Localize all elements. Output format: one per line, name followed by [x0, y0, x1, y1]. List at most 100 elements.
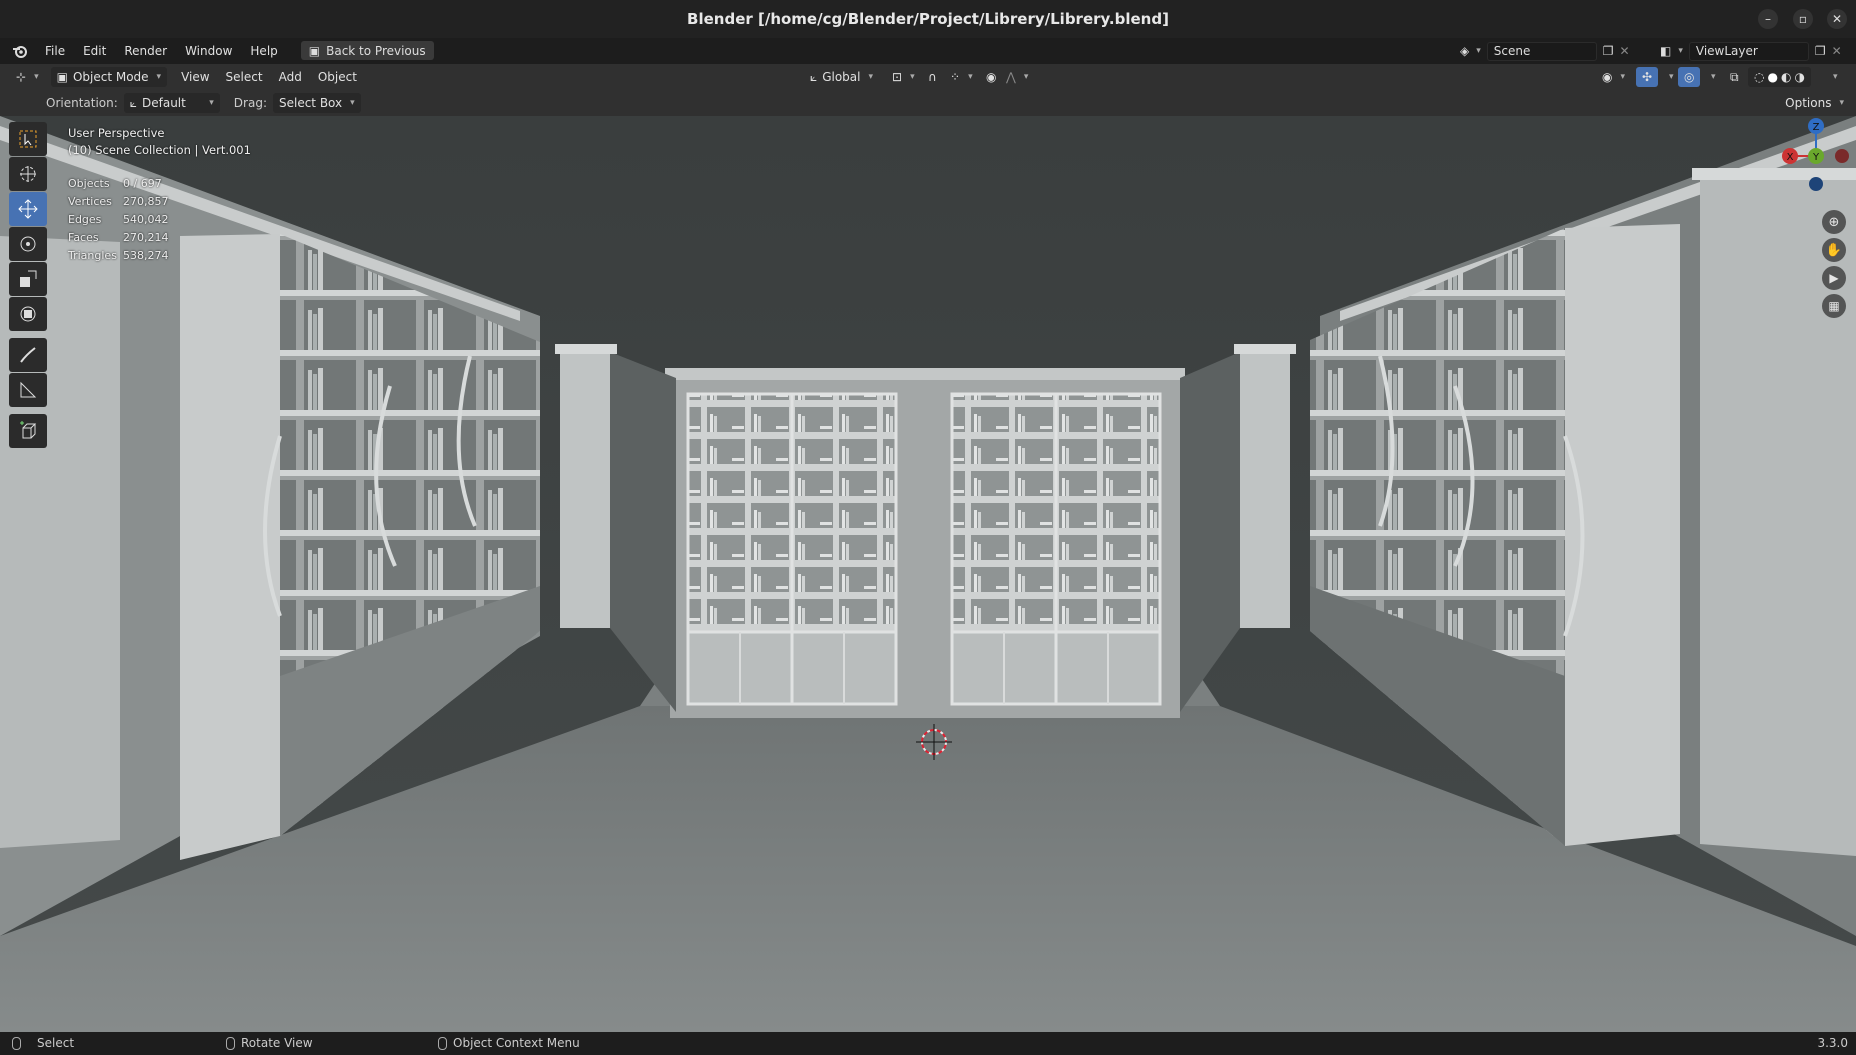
- middle-mouse-icon: [226, 1036, 235, 1050]
- menu-help[interactable]: Help: [241, 38, 286, 63]
- left-mouse-icon: [12, 1036, 21, 1050]
- library-scene-render: [0, 116, 1856, 1032]
- select-box-icon: [19, 130, 37, 148]
- view-layer-icon: ◧: [1660, 44, 1672, 58]
- 3d-view-icon: ⊹: [16, 70, 27, 84]
- orientation-dropdown[interactable]: ⟀ Default ▾: [123, 93, 220, 113]
- proportional-icon: ◉: [986, 70, 997, 84]
- status-context-label: Object Context Menu: [453, 1036, 580, 1050]
- pivot-icon: ⊡: [892, 70, 903, 84]
- shading-dropdown-button[interactable]: ▾: [1824, 67, 1844, 87]
- gizmo-neg-x-axis[interactable]: [1835, 149, 1849, 163]
- ruler-icon: [20, 381, 37, 398]
- cursor-tool[interactable]: [9, 157, 47, 191]
- material-shading-icon[interactable]: ◐: [1781, 70, 1791, 84]
- zoom-icon: ⊕: [1828, 214, 1840, 230]
- back-to-previous-label: Back to Previous: [326, 43, 426, 58]
- window-title: Blender [/home/cg/Blender/Project/Librer…: [687, 10, 1169, 28]
- drag-value: Select Box: [278, 96, 343, 110]
- rotate-tool[interactable]: [9, 227, 47, 261]
- header-menu-object[interactable]: Object: [312, 67, 363, 87]
- orthographic-toggle-button[interactable]: ▦: [1822, 294, 1846, 318]
- mode-selector[interactable]: ▣ Object Mode ▾: [50, 67, 168, 87]
- navigation-gizmo[interactable]: Z Y X: [1776, 116, 1856, 206]
- title-bar: Blender [/home/cg/Blender/Project/Librer…: [0, 0, 1856, 38]
- menu-file[interactable]: File: [36, 38, 74, 63]
- header-menu-view[interactable]: View: [175, 67, 215, 87]
- menu-window[interactable]: Window: [176, 38, 241, 63]
- add-cube-tool[interactable]: [9, 414, 47, 448]
- object-mode-icon: ▣: [56, 70, 68, 84]
- status-select-hint: Select: [12, 1036, 74, 1050]
- annotate-pencil-icon: [20, 347, 36, 363]
- orientation-label: Orientation:: [46, 96, 118, 110]
- transform-orientation-selector[interactable]: ⟀ Global ▾: [804, 67, 879, 87]
- menu-render[interactable]: Render: [115, 38, 176, 63]
- annotate-tool[interactable]: [9, 338, 47, 372]
- move-icon: [18, 199, 38, 219]
- transform-tool[interactable]: [9, 297, 47, 331]
- zoom-view-button[interactable]: ⊕: [1822, 210, 1846, 234]
- scale-tool[interactable]: [9, 262, 47, 296]
- gizmo-z-label: Z: [1813, 122, 1820, 133]
- blender-window: Blender [/home/cg/Blender/Project/Librer…: [0, 0, 1856, 1055]
- snap-target-button[interactable]: ⁘ ▾: [944, 67, 979, 87]
- pivot-point-button[interactable]: ⊡ ▾: [886, 67, 921, 87]
- blender-logo-icon[interactable]: [0, 38, 36, 63]
- wireframe-shading-icon[interactable]: ◌: [1754, 70, 1764, 84]
- overlay-toggle-button[interactable]: ◎: [1678, 67, 1701, 87]
- magnet-icon: ∩: [928, 70, 937, 84]
- stat-objects-label: Objects: [68, 176, 110, 190]
- options-dropdown[interactable]: Options ▾: [1779, 93, 1850, 113]
- snap-toggle-button[interactable]: ∩: [922, 67, 943, 87]
- rendered-shading-icon[interactable]: ◑: [1794, 70, 1804, 84]
- stat-triangles-label: Triangles: [68, 248, 117, 262]
- status-context-hint: Object Context Menu: [438, 1036, 580, 1050]
- collection-label: (10) Scene Collection | Vert.001: [68, 143, 251, 157]
- select-box-tool[interactable]: [9, 122, 47, 156]
- falloff-button[interactable]: ⋀ ▾: [1000, 67, 1034, 87]
- header-menu-add[interactable]: Add: [273, 67, 308, 87]
- measure-tool[interactable]: [9, 373, 47, 407]
- scene-name-field[interactable]: Scene: [1486, 41, 1597, 61]
- stat-edges-label: Edges: [68, 212, 102, 226]
- view-layer-selector[interactable]: ◧ ▾ ViewLayer ❐ ✕: [1660, 41, 1842, 61]
- grid-icon: ▦: [1828, 299, 1840, 313]
- move-tool[interactable]: [9, 192, 47, 226]
- menu-edit[interactable]: Edit: [74, 38, 115, 63]
- back-to-previous-button[interactable]: ▣ Back to Previous: [300, 41, 434, 60]
- solid-shading-icon[interactable]: ●: [1767, 70, 1777, 84]
- status-bar: Select Rotate View Object Context Menu 3…: [0, 1032, 1856, 1055]
- orientation-gizmo-icon: ⟀: [129, 95, 137, 110]
- transform-orientation-label: Global: [822, 70, 861, 84]
- eye-icon: ◉: [1602, 70, 1613, 84]
- gizmo-toggle-button[interactable]: ✣: [1636, 67, 1659, 87]
- screen-icon: ▣: [308, 43, 321, 58]
- xray-toggle-button[interactable]: ⧉: [1724, 67, 1745, 87]
- scale-icon: [20, 270, 37, 287]
- hand-icon: ✋: [1825, 242, 1843, 258]
- shading-mode-group[interactable]: ◌ ● ◐ ◑: [1748, 67, 1811, 87]
- new-scene-icon[interactable]: ❐: [1603, 44, 1614, 58]
- overlay-dropdown-button[interactable]: ▾: [1702, 67, 1722, 87]
- minimize-icon[interactable]: –: [1758, 9, 1778, 29]
- scene-selector[interactable]: ◈ ▾ Scene ❐ ✕: [1460, 41, 1630, 61]
- version-label: 3.3.0: [1817, 1036, 1848, 1050]
- gizmo-dropdown-button[interactable]: ▾: [1660, 67, 1680, 87]
- gizmo-neg-z-axis[interactable]: [1809, 177, 1823, 191]
- remove-view-layer-icon[interactable]: ✕: [1832, 44, 1842, 58]
- scene-icon: ◈: [1460, 44, 1470, 58]
- maximize-icon[interactable]: ▫: [1793, 9, 1813, 29]
- close-icon[interactable]: ✕: [1827, 9, 1847, 29]
- drag-dropdown[interactable]: Select Box ▾: [272, 93, 361, 113]
- editor-type-button[interactable]: ⊹ ▾: [10, 67, 45, 87]
- remove-scene-icon[interactable]: ✕: [1620, 44, 1630, 58]
- camera-view-button[interactable]: ▶: [1822, 266, 1846, 290]
- visibility-button[interactable]: ◉ ▾: [1596, 67, 1631, 87]
- 3d-viewport[interactable]: User Perspective (10) Scene Collection |…: [0, 116, 1856, 1032]
- new-view-layer-icon[interactable]: ❐: [1815, 44, 1826, 58]
- view-layer-name-field[interactable]: ViewLayer: [1688, 41, 1809, 61]
- pan-view-button[interactable]: ✋: [1822, 238, 1846, 262]
- header-menu-select[interactable]: Select: [220, 67, 269, 87]
- gizmo-icon: ✣: [1642, 70, 1653, 84]
